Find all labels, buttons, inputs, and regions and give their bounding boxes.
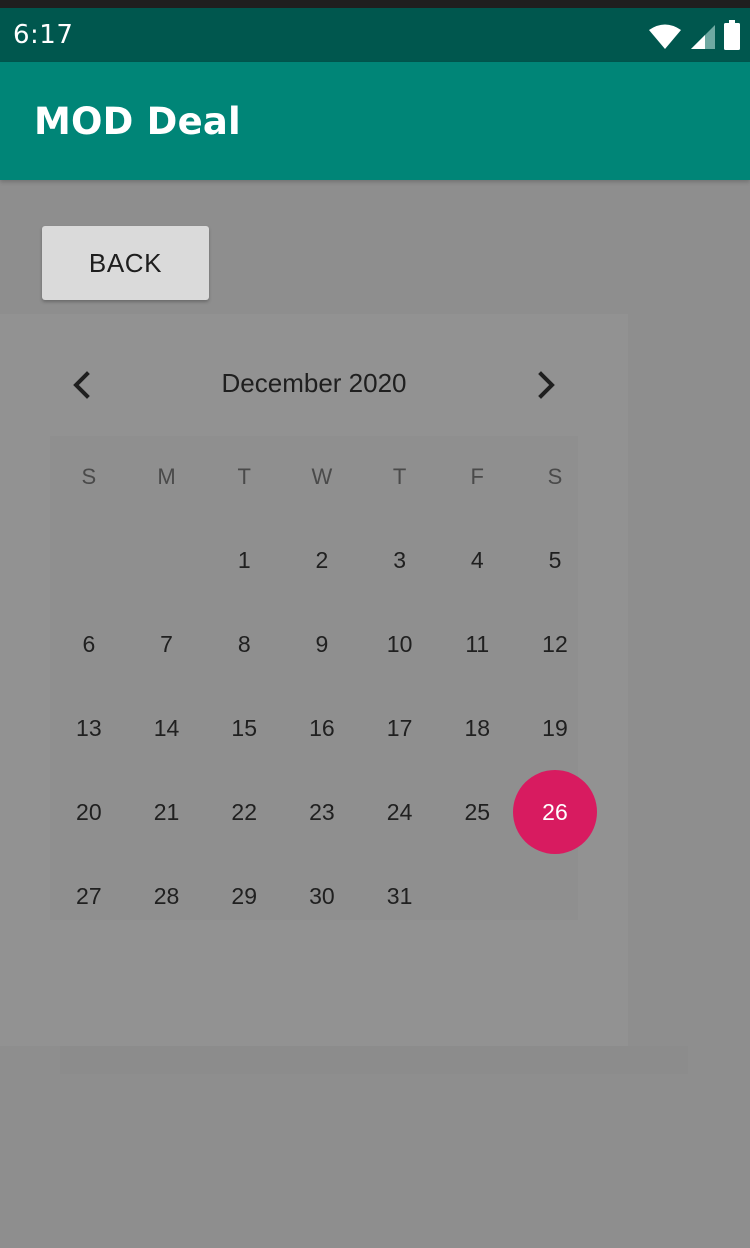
day-cell[interactable]: 21 bbox=[128, 770, 206, 854]
day-number: 26 bbox=[542, 798, 568, 825]
background-panel-shadow bbox=[60, 1046, 688, 1074]
day-cell[interactable]: 10 bbox=[361, 602, 439, 686]
day-number: 22 bbox=[231, 798, 258, 825]
weekday-label: S bbox=[547, 464, 563, 489]
day-number: 9 bbox=[315, 630, 329, 657]
day-cell[interactable]: 31 bbox=[361, 854, 439, 938]
day-number: 16 bbox=[309, 714, 335, 741]
week-row: 1 2 3 4 5 bbox=[50, 518, 594, 602]
day-cell[interactable]: 8 bbox=[205, 602, 283, 686]
day-cell[interactable]: 24 bbox=[361, 770, 439, 854]
day-number: 7 bbox=[160, 630, 173, 657]
day-cell-empty bbox=[516, 854, 594, 938]
day-number: 21 bbox=[153, 798, 180, 825]
screen-top-edge bbox=[0, 0, 750, 8]
week-row: 13 14 15 16 17 18 19 bbox=[50, 686, 594, 770]
weekday-row: S M T W T F S bbox=[50, 464, 594, 500]
day-number: 14 bbox=[153, 714, 180, 741]
day-cell[interactable]: 19 bbox=[516, 686, 594, 770]
day-cell[interactable]: 15 bbox=[205, 686, 283, 770]
chevron-left-icon[interactable] bbox=[58, 362, 104, 408]
day-number: 27 bbox=[76, 882, 102, 909]
day-number: 1 bbox=[237, 546, 251, 573]
weekday-label: S bbox=[81, 464, 97, 489]
wifi-icon bbox=[648, 24, 682, 50]
day-cell[interactable]: 29 bbox=[205, 854, 283, 938]
day-number: 30 bbox=[309, 882, 335, 909]
day-cell[interactable]: 22 bbox=[205, 770, 283, 854]
day-number: 29 bbox=[231, 882, 258, 909]
day-cell[interactable]: 12 bbox=[516, 602, 594, 686]
status-time: 6:17 bbox=[13, 20, 74, 50]
back-button[interactable]: BACK bbox=[42, 226, 209, 300]
day-number: 18 bbox=[464, 714, 491, 741]
day-cell[interactable]: 6 bbox=[50, 602, 128, 686]
day-cell[interactable]: 7 bbox=[128, 602, 206, 686]
calendar-grid: S M T W T F S 1 2 3 4 5 6 7 8 9 10 11 12… bbox=[50, 436, 578, 920]
week-row: 6 7 8 9 10 11 12 bbox=[50, 602, 594, 686]
day-cell[interactable]: 13 bbox=[50, 686, 128, 770]
day-cell[interactable]: 27 bbox=[50, 854, 128, 938]
day-number: 10 bbox=[386, 630, 413, 657]
day-cell[interactable]: 16 bbox=[283, 686, 361, 770]
day-cell-empty bbox=[50, 518, 128, 602]
day-number: 24 bbox=[386, 798, 413, 825]
day-number: 12 bbox=[542, 630, 568, 657]
day-number: 4 bbox=[470, 546, 484, 573]
day-number: 19 bbox=[542, 714, 568, 741]
week-row: 20 21 22 23 24 25 26 bbox=[50, 770, 594, 854]
day-number: 23 bbox=[309, 798, 335, 825]
day-cell[interactable]: 4 bbox=[438, 518, 516, 602]
status-icons bbox=[648, 20, 740, 50]
week-row: 27 28 29 30 31 bbox=[50, 854, 594, 938]
day-cell[interactable]: 1 bbox=[205, 518, 283, 602]
day-cell[interactable]: 25 bbox=[438, 770, 516, 854]
day-cell[interactable]: 20 bbox=[50, 770, 128, 854]
month-title: December 2020 bbox=[221, 368, 407, 398]
day-cell[interactable]: 28 bbox=[128, 854, 206, 938]
day-cell[interactable]: 14 bbox=[128, 686, 206, 770]
day-number: 8 bbox=[237, 630, 251, 657]
day-cell[interactable]: 9 bbox=[283, 602, 361, 686]
day-number: 25 bbox=[464, 798, 491, 825]
weekday-label: M bbox=[157, 464, 176, 489]
calendar-header: December 2020 bbox=[50, 350, 578, 420]
day-number: 3 bbox=[393, 546, 406, 573]
day-number: 20 bbox=[76, 798, 102, 825]
weekday-label: T bbox=[237, 464, 251, 489]
day-cell[interactable]: 2 bbox=[283, 518, 361, 602]
day-number: 11 bbox=[465, 630, 490, 657]
signal-icon bbox=[690, 24, 716, 50]
day-cell[interactable]: 30 bbox=[283, 854, 361, 938]
day-cell-empty bbox=[128, 518, 206, 602]
day-cell[interactable]: 3 bbox=[361, 518, 439, 602]
day-number: 5 bbox=[548, 546, 562, 573]
day-number: 6 bbox=[82, 630, 96, 657]
day-cell[interactable]: 17 bbox=[361, 686, 439, 770]
day-number: 31 bbox=[386, 882, 413, 909]
day-cell-empty bbox=[438, 854, 516, 938]
day-number: 15 bbox=[231, 714, 258, 741]
day-number: 28 bbox=[153, 882, 180, 909]
day-cell[interactable]: 5 bbox=[516, 518, 594, 602]
day-number: 13 bbox=[76, 714, 102, 741]
day-cell-selected[interactable]: 26 bbox=[516, 770, 594, 854]
day-cell[interactable]: 11 bbox=[438, 602, 516, 686]
battery-icon bbox=[724, 20, 740, 50]
chevron-right-icon[interactable] bbox=[524, 362, 570, 408]
day-number: 17 bbox=[386, 714, 413, 741]
weekday-label: W bbox=[311, 464, 333, 489]
day-cell[interactable]: 18 bbox=[438, 686, 516, 770]
weekday-label: T bbox=[392, 464, 407, 489]
weekday-label: F bbox=[470, 464, 484, 489]
status-bar: 6:17 bbox=[0, 8, 750, 62]
day-number: 2 bbox=[315, 546, 329, 573]
app-bar: MOD Deal bbox=[0, 62, 750, 180]
day-cell[interactable]: 23 bbox=[283, 770, 361, 854]
app-title: MOD Deal bbox=[34, 100, 241, 143]
